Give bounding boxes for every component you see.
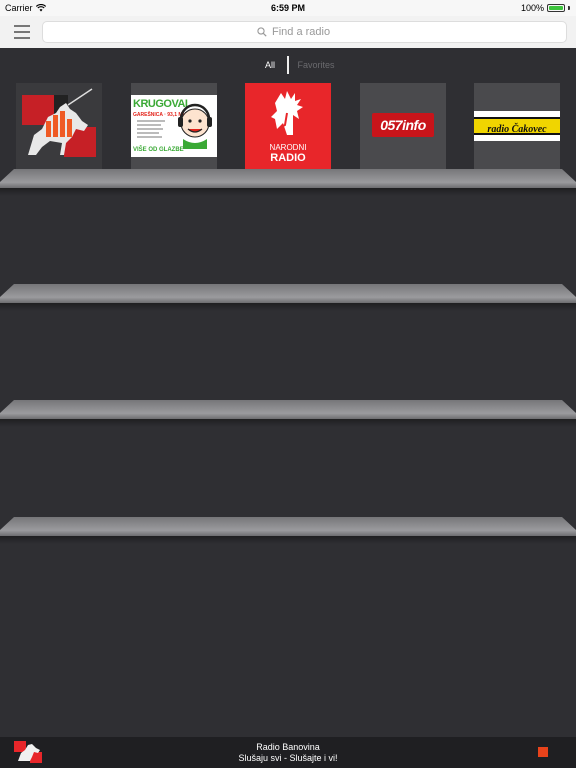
057info-logo-text: 057info: [380, 117, 426, 133]
tab-all[interactable]: All: [256, 60, 284, 70]
tab-favorites[interactable]: Favorites: [292, 60, 340, 70]
krugoval-logo-info: [137, 120, 167, 140]
station-tile-057info[interactable]: 057info: [360, 83, 446, 169]
station-tile-radio-banovina[interactable]: [16, 83, 102, 169]
search-icon: [257, 27, 267, 37]
radio-cakovec-logo-text: radio Čakovec: [487, 124, 547, 135]
stop-icon[interactable]: [538, 747, 548, 757]
battery-percent: 100%: [520, 3, 544, 13]
057info-logo: 057info: [372, 113, 434, 137]
now-playing-bar: Radio Banovina Slušaju svi - Slušajte i …: [0, 737, 576, 768]
station-tile-narodni-radio[interactable]: NARODNI RADIO: [245, 83, 331, 169]
knight-on-horse-equalizer-logo: [22, 88, 96, 157]
rooster-logo: [271, 91, 303, 135]
filter-segmented-control: All Favorites: [0, 56, 576, 74]
narodni-logo-line-1: NARODNI: [269, 143, 307, 152]
now-playing-station: Radio Banovina: [256, 742, 320, 752]
battery-indicator: 100%: [521, 3, 570, 13]
nav-bar: [0, 16, 576, 48]
station-tile-krugoval[interactable]: KRUGOVAL GAREŠNICA · 93,1 MHz VIŠE OD GL…: [131, 83, 217, 169]
search-input[interactable]: [272, 26, 352, 38]
radio-cakovec-logo: radio Čakovec: [474, 111, 560, 141]
now-playing-info: Radio Banovina Slušaju svi - Slušajte i …: [0, 742, 576, 764]
shelf: [0, 517, 576, 544]
search-field[interactable]: [42, 21, 567, 43]
cartoon-headphones-icon: [178, 103, 212, 149]
narodni-logo-line-2: RADIO: [270, 152, 306, 164]
shelf: [0, 169, 576, 196]
now-playing-slogan: Slušaju svi - Slušajte i vi!: [238, 753, 338, 763]
segment-divider: [287, 56, 289, 74]
krugoval-logo: KRUGOVAL GAREŠNICA · 93,1 MHz VIŠE OD GL…: [131, 95, 217, 157]
status-bar: Carrier 6:59 PM 100%: [0, 0, 576, 16]
shelf: [0, 400, 576, 427]
shelf: [0, 284, 576, 311]
station-tile-radio-cakovec[interactable]: radio Čakovec: [474, 83, 560, 169]
krugoval-logo-slogan: VIŠE OD GLAZBE: [133, 147, 184, 153]
status-time: 6:59 PM: [270, 3, 305, 13]
battery-icon: [547, 4, 565, 12]
hamburger-menu-icon[interactable]: [14, 25, 30, 39]
